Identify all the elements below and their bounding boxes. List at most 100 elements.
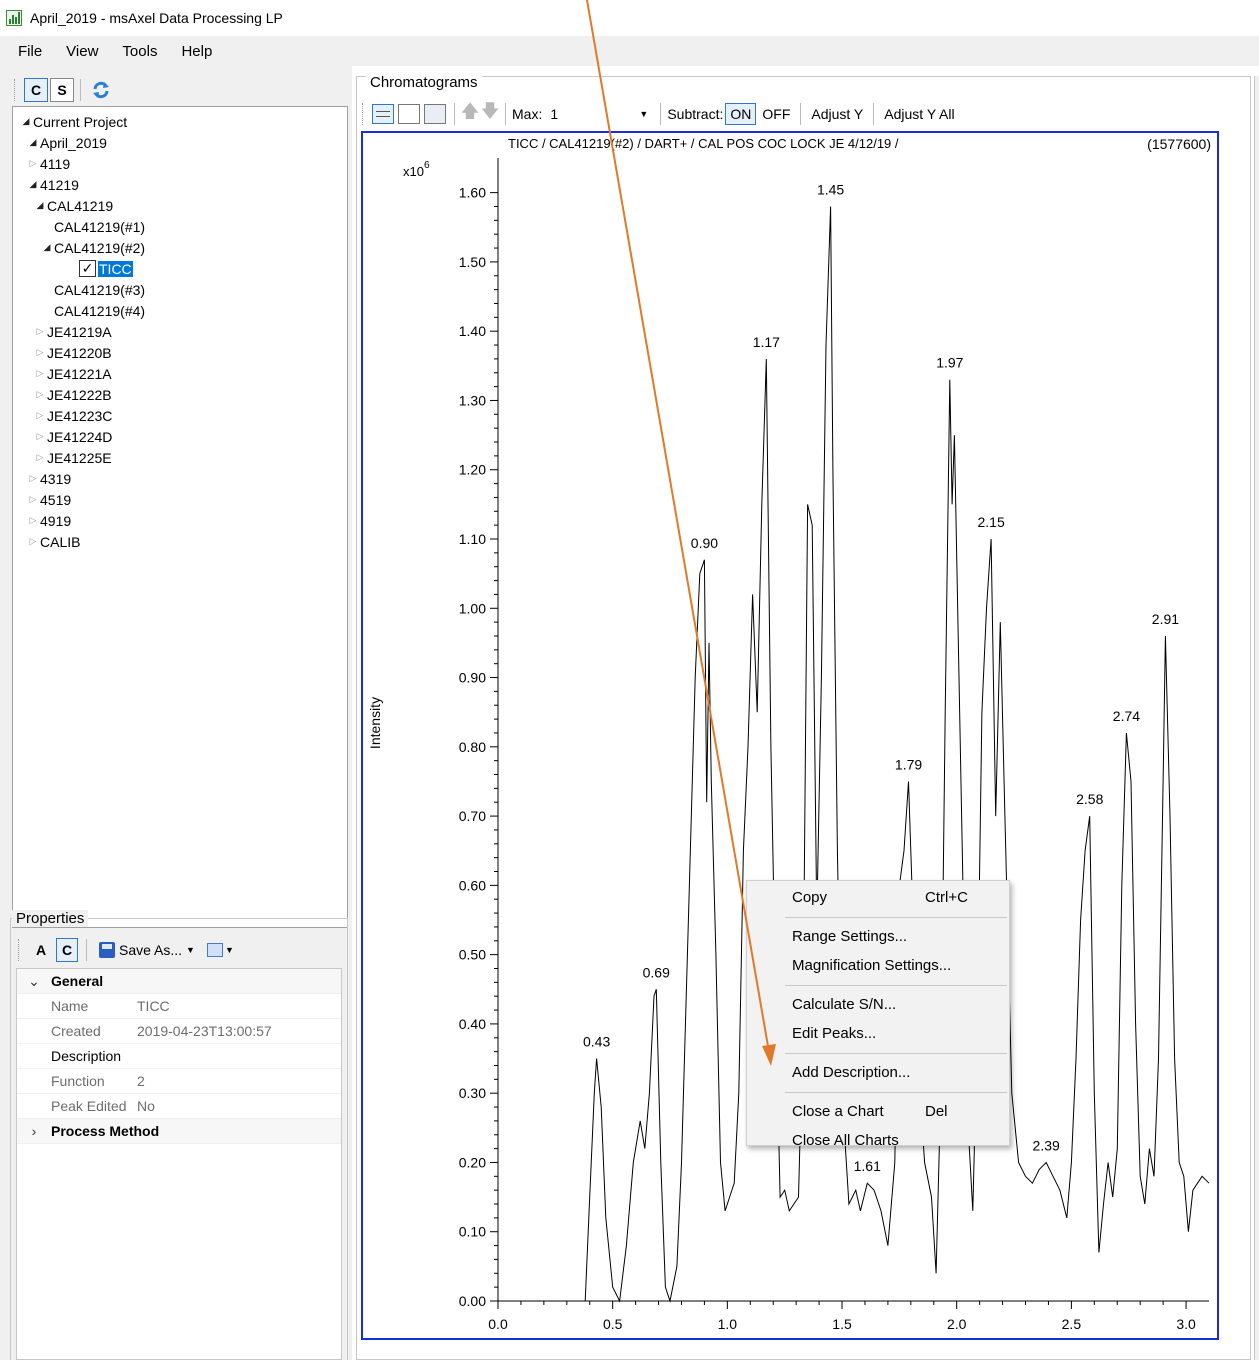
y-tick-label: 0.50 [459,947,486,963]
menu-view[interactable]: View [66,43,98,60]
tree-node[interactable]: CAL41219(#4) [13,300,347,321]
menu-file[interactable]: File [18,43,42,60]
tree-node[interactable]: ◢ Current Project [13,111,347,132]
tree-node[interactable]: ▷ JE41224D [13,426,347,447]
menu-tools[interactable]: Tools [122,43,157,60]
tree-node[interactable]: ▷ 4919 [13,510,347,531]
expand-triangle-icon[interactable]: ▷ [33,368,47,379]
max-select[interactable]: 1 ▼ [544,103,654,125]
tree-node[interactable]: ▷ JE41223C [13,405,347,426]
tree-node[interactable]: CAL41219(#1) [13,216,347,237]
context-menu-item[interactable]: Magnification Settings... [747,952,1009,978]
context-menu-item[interactable]: Close a Chart Del [747,1098,1009,1124]
property-key: Function [51,1073,105,1089]
context-menu-item[interactable]: Calculate S/N... [747,991,1009,1017]
collapse-triangle-icon[interactable]: ◢ [19,116,33,127]
single-view-icon[interactable] [398,104,420,124]
tree-node[interactable]: ◢ CAL41219 [13,195,347,216]
property-row[interactable]: Peak Edited No [17,1094,341,1119]
refresh-button[interactable] [87,78,115,102]
tree-node[interactable]: CAL41219(#3) [13,279,347,300]
tree-node[interactable]: ◢ CAL41219(#2) [13,237,347,258]
properties-separator [86,939,87,961]
categorized-button[interactable]: C [56,938,78,962]
move-down-icon[interactable]: 🡇 [481,101,500,124]
tree-node[interactable]: ▷ 4519 [13,489,347,510]
adjust-y-all-button[interactable]: Adjust Y All [880,104,958,124]
property-category[interactable]: ⌄ General [17,969,341,994]
expand-triangle-icon[interactable]: ▷ [33,452,47,463]
chevron-down-icon[interactable]: ⌄ [17,973,51,990]
context-menu-item[interactable]: Edit Peaks... [747,1020,1009,1046]
subtract-on-button[interactable]: ON [725,103,757,125]
checkbox-checked-icon[interactable]: ✓ [79,260,96,277]
tree-node[interactable]: ▷ 4119 [13,153,347,174]
expand-triangle-icon[interactable]: ▷ [33,347,47,358]
move-up-icon[interactable]: 🡅 [461,101,480,124]
project-c-button[interactable]: C [24,78,48,102]
grid-view-icon[interactable] [424,104,446,124]
menu-help[interactable]: Help [181,43,212,60]
expand-triangle-icon[interactable]: ▷ [26,158,40,169]
context-menu-item[interactable]: Copy Ctrl+C [747,884,1009,910]
tree-node-label: 41219 [40,176,79,193]
chart-frame[interactable]: TICC / CAL41219(#2) / DART+ / CAL POS CO… [361,131,1219,1358]
collapse-triangle-icon[interactable]: ◢ [26,137,40,148]
expand-triangle-icon[interactable]: ▷ [26,494,40,505]
tree-node[interactable]: ▷ JE41219A [13,321,347,342]
toolbar-grip[interactable] [14,79,18,101]
tree-node[interactable]: ▷ JE41220B [13,342,347,363]
tree-node[interactable]: ▷ JE41221A [13,363,347,384]
property-row[interactable]: Description [17,1044,341,1069]
chevron-right-icon[interactable]: › [17,1123,51,1139]
property-row[interactable]: Function 2 [17,1069,341,1094]
properties-toolbar-grip[interactable] [18,939,22,961]
x-tick-label: 0.5 [603,1316,623,1332]
adjust-y-button[interactable]: Adjust Y [807,104,867,124]
tree-node[interactable]: ▷ JE41225E [13,447,347,468]
chromatogram-chart[interactable]: TICC / CAL41219(#2) / DART+ / CAL POS CO… [363,133,1217,1358]
tree-node[interactable]: ▷ CALIB [13,531,347,552]
collapse-triangle-icon[interactable]: ◢ [26,179,40,190]
tree-node[interactable]: ▷ JE41222B [13,384,347,405]
chrom-toolbar-grip[interactable] [362,103,366,125]
chrom-separator [454,103,455,125]
context-menu-item[interactable]: Range Settings... [747,923,1009,949]
context-menu-item[interactable]: Add Description... [747,1059,1009,1085]
tree-node-label: JE41224D [47,428,113,445]
y-tick-label: 0.80 [459,739,486,755]
property-row[interactable]: Name TICC [17,994,341,1019]
tree-node[interactable]: ▷ 4319 [13,468,347,489]
tree-node-label: 4119 [40,155,71,172]
expand-triangle-icon[interactable]: ▷ [33,431,47,442]
context-menu-item-label: Copy [792,888,828,906]
tree-node-label: 4919 [40,512,72,529]
expand-triangle-icon[interactable]: ▷ [33,326,47,337]
property-category[interactable]: › Process Method [17,1119,341,1144]
property-grid[interactable]: ⌄ General Name TICC Created 2019-04-23T13:00:… [16,968,342,1360]
collapse-triangle-icon[interactable]: ◢ [33,200,47,211]
expand-triangle-icon[interactable]: ▷ [33,410,47,421]
expand-triangle-icon[interactable]: ▷ [26,473,40,484]
tree-node[interactable]: ◢ April_2019 [13,132,347,153]
copy-menu-button[interactable]: ▼ [203,938,238,962]
dropdown-arrow-icon: ▼ [186,945,195,955]
subtract-off-button[interactable]: OFF [758,104,794,124]
collapse-triangle-icon[interactable]: ◢ [40,242,54,253]
peak-label: 1.97 [936,355,963,371]
expand-triangle-icon[interactable]: ▷ [26,536,40,547]
project-tree[interactable]: ◢ Current Project ◢ April_2019 ▷ 4119 ◢ 41219 ◢ C… [12,106,348,928]
right-scrollbar[interactable] [1254,76,1259,1360]
y-tick-label: 1.60 [459,185,486,201]
expand-triangle-icon[interactable]: ▷ [26,515,40,526]
properties-toolbar: A C Save As... ▼ ▼ [18,936,238,964]
tree-node[interactable]: ◢ 41219 [13,174,347,195]
stacked-view-icon[interactable] [372,104,394,124]
property-row[interactable]: Created 2019-04-23T13:00:57 [17,1019,341,1044]
expand-triangle-icon[interactable]: ▷ [33,389,47,400]
project-s-button[interactable]: S [50,78,74,102]
context-menu-item[interactable]: Close All Charts [747,1127,1009,1153]
tree-node[interactable]: ✓ TICC [13,258,347,279]
save-as-button[interactable]: Save As... ▼ [95,938,199,962]
alphabetical-button[interactable]: A [30,938,52,962]
